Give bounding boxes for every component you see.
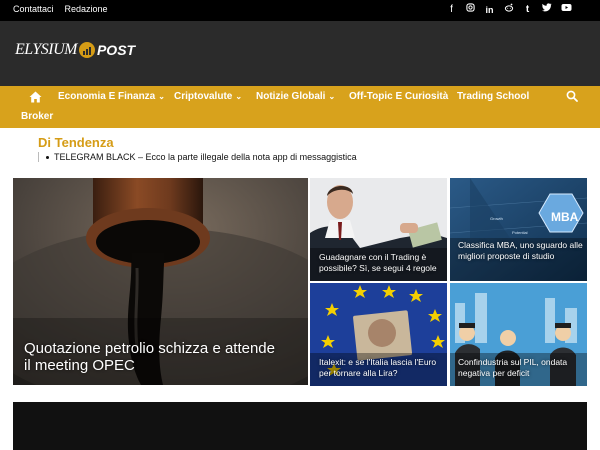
trending-section: Di Tendenza TELEGRAM BLACK – Ecco la par… xyxy=(38,135,438,162)
reddit-icon[interactable] xyxy=(504,3,514,17)
nav-item-label: Criptovalute xyxy=(174,91,233,102)
trending-item[interactable]: TELEGRAM BLACK – Ecco la parte illegale … xyxy=(46,152,357,162)
nav-item-label: Notizie Globali xyxy=(256,91,326,102)
top-bar: Contattaci Redazione f in t xyxy=(0,0,600,21)
chevron-down-icon: ⌄ xyxy=(328,92,336,101)
chevron-down-icon: ⌄ xyxy=(158,92,165,101)
twitter-icon[interactable] xyxy=(542,3,552,17)
logo-word-post: POST xyxy=(96,42,136,58)
nav-item-label: Broker xyxy=(21,111,54,122)
trending-divider xyxy=(38,152,39,162)
mba-label: MBA xyxy=(551,210,579,224)
article-title: Guadagnare con il Trading è possibile? S… xyxy=(319,252,437,273)
facebook-icon[interactable]: f xyxy=(447,3,456,17)
trending-item-text: TELEGRAM BLACK – Ecco la parte illegale … xyxy=(54,152,357,162)
article-tile-mba[interactable]: MBA Potential Growth Classifica MBA, uno… xyxy=(450,178,587,281)
social-links: f in t xyxy=(447,3,572,17)
nav-item-criptovalute[interactable]: Criptovalute ⌄ xyxy=(174,91,242,102)
chevron-down-icon: ⌄ xyxy=(235,92,243,101)
article-title: Classifica MBA, uno sguardo alle miglior… xyxy=(458,240,583,261)
instagram-icon[interactable] xyxy=(466,3,475,17)
site-header: ELYSIUM POST xyxy=(0,21,600,86)
article-tile-trading[interactable]: Guadagnare con il Trading è possibile? S… xyxy=(310,178,447,281)
nav-item-broker[interactable]: Broker xyxy=(21,111,53,122)
editorial-link[interactable]: Redazione xyxy=(65,4,108,14)
contact-link[interactable]: Contattaci xyxy=(13,4,54,14)
bullet-icon xyxy=(46,156,49,160)
site-logo[interactable]: ELYSIUM POST xyxy=(15,41,135,59)
article-title: Confindustria sul PIL, ondata negativa p… xyxy=(458,357,568,378)
main-nav: Economia E Finanza ⌄ Criptovalute ⌄ Notizi… xyxy=(0,86,600,128)
featured-article-title: Quotazione petrolio schizza e attende il… xyxy=(24,340,275,374)
nav-item-off-topic[interactable]: Off-Topic E Curiosità xyxy=(349,91,448,102)
nav-item-label: Economia E Finanza xyxy=(58,91,156,102)
linkedin-icon[interactable]: in xyxy=(485,3,494,17)
nav-item-trading-school[interactable]: Trading School xyxy=(457,91,529,102)
tumblr-icon[interactable]: t xyxy=(523,3,532,17)
featured-article-oil[interactable]: Quotazione petrolio schizza e attende il… xyxy=(13,178,308,385)
logo-mark-icon xyxy=(78,42,95,58)
home-icon[interactable] xyxy=(29,91,42,103)
top-links: Contattaci Redazione xyxy=(13,4,108,14)
nav-item-notizie-globali[interactable]: Notizie Globali ⌄ xyxy=(256,91,335,102)
youtube-icon[interactable] xyxy=(561,3,572,17)
nav-item-label: Off-Topic E Curiosità xyxy=(349,91,449,102)
article-tile-italexit[interactable]: Italexit: e se l'Italia lascia l'Euro pe… xyxy=(310,283,447,386)
article-tile-confindustria[interactable]: Confindustria sul PIL, ondata negativa p… xyxy=(450,283,587,386)
mba-word-growth: Growth xyxy=(490,216,503,221)
logo-word-elysium: ELYSIUM xyxy=(15,41,77,58)
bottom-banner xyxy=(13,402,587,450)
trending-title: Di Tendenza xyxy=(38,135,114,150)
search-icon[interactable] xyxy=(566,90,578,102)
nav-item-label: Trading School xyxy=(457,91,530,102)
nav-item-economia[interactable]: Economia E Finanza ⌄ xyxy=(58,91,165,102)
article-title: Italexit: e se l'Italia lascia l'Euro pe… xyxy=(319,357,437,378)
mba-word-potential: Potential xyxy=(512,230,528,235)
